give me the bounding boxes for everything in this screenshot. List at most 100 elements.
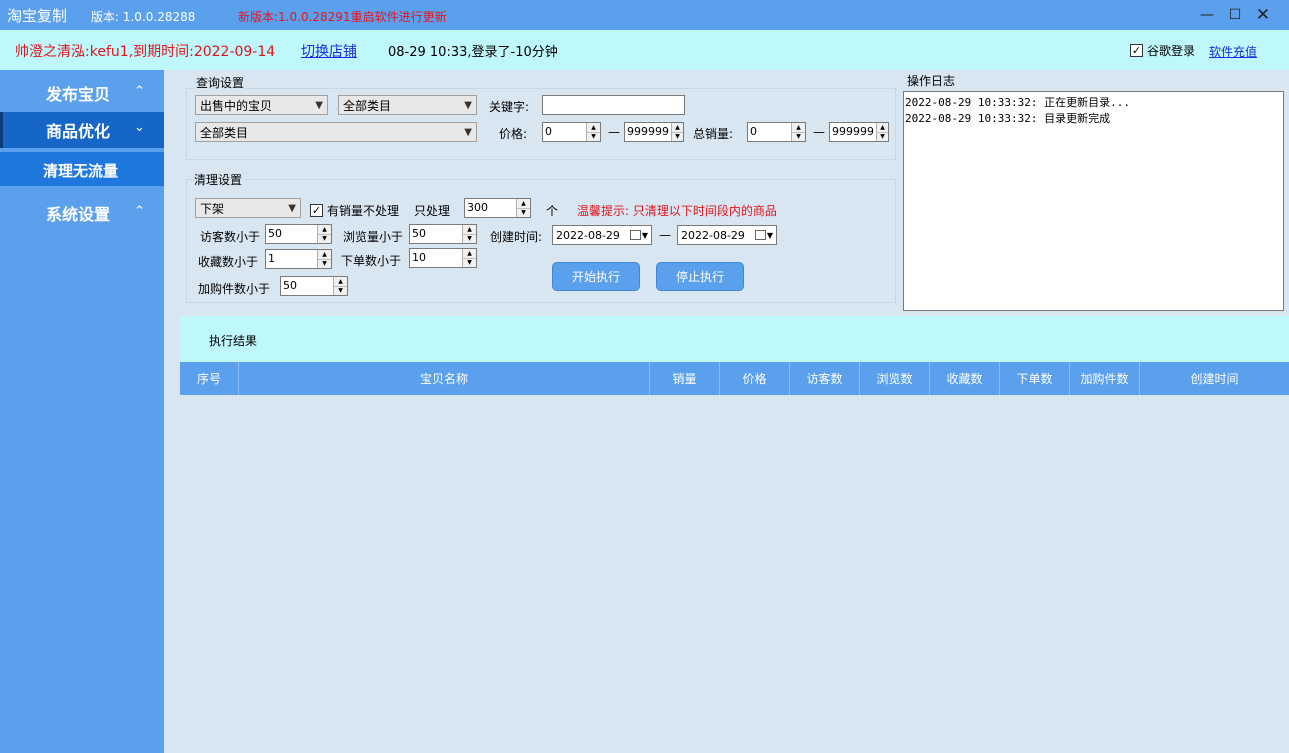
status-select[interactable]: 出售中的宝贝 ▼ bbox=[195, 95, 328, 115]
result-table-header: 序号 宝贝名称 销量 价格 访客数 浏览数 收藏数 下单数 加购件数 创建时间 bbox=[180, 362, 1289, 395]
stepper-value: 1 bbox=[268, 252, 275, 265]
app-title: 淘宝复制 bbox=[7, 7, 68, 25]
sales-label: 总销量: bbox=[693, 127, 734, 141]
query-settings-title: 查询设置 bbox=[194, 74, 247, 91]
spin-up-icon[interactable]: ▲ bbox=[463, 249, 476, 259]
orders-label: 下单数小于 bbox=[341, 254, 402, 268]
spin-up-icon[interactable]: ▲ bbox=[517, 199, 530, 209]
sidebar-item-publish[interactable]: 发布宝贝 ⌃ bbox=[0, 78, 164, 108]
column-header-name[interactable]: 宝贝名称 bbox=[239, 362, 650, 395]
sidebar-item-label: 商品优化 bbox=[46, 122, 111, 141]
spin-down-icon[interactable]: ▼ bbox=[672, 132, 683, 141]
google-login-checkbox[interactable]: ✓ 谷歌登录 bbox=[1130, 42, 1195, 59]
log-line: 2022-08-29 10:33:32: 目录更新完成 bbox=[905, 112, 1111, 125]
spin-up-icon[interactable]: ▲ bbox=[877, 123, 888, 133]
orders-stepper[interactable]: 10 ▲ ▼ bbox=[409, 248, 477, 268]
sales-max-stepper[interactable]: 999999 ▲ ▼ bbox=[829, 122, 889, 142]
spin-down-icon[interactable]: ▼ bbox=[587, 132, 600, 141]
spin-down-icon[interactable]: ▼ bbox=[318, 234, 331, 243]
spin-up-icon[interactable]: ▲ bbox=[587, 123, 600, 133]
start-button[interactable]: 开始执行 bbox=[552, 262, 640, 291]
date-from-picker[interactable]: 2022-08-29 ▼ bbox=[552, 225, 652, 245]
column-header-cart[interactable]: 加购件数 bbox=[1070, 362, 1140, 395]
column-header-price[interactable]: 价格 bbox=[720, 362, 790, 395]
stepper-value: 50 bbox=[283, 279, 297, 292]
column-header-views[interactable]: 浏览数 bbox=[860, 362, 930, 395]
sales-min-stepper[interactable]: 0 ▲ ▼ bbox=[747, 122, 806, 142]
views-stepper[interactable]: 50 ▲ ▼ bbox=[409, 224, 477, 244]
spin-down-icon[interactable]: ▼ bbox=[517, 208, 530, 217]
sidebar-item-clean-no-traffic[interactable]: 清理无流量 bbox=[0, 152, 164, 186]
skip-sold-checkbox[interactable]: ✓ 有销量不处理 bbox=[310, 202, 399, 219]
spin-down-icon[interactable]: ▼ bbox=[792, 132, 805, 141]
only-process-label: 只处理 bbox=[414, 204, 451, 218]
spin-down-icon[interactable]: ▼ bbox=[877, 132, 888, 141]
checkbox-icon: ✓ bbox=[1130, 44, 1143, 57]
tip-text: 温馨提示: 只清理以下时间段内的商品 bbox=[577, 204, 777, 218]
spin-up-icon[interactable]: ▲ bbox=[318, 250, 331, 260]
stop-button[interactable]: 停止执行 bbox=[656, 262, 744, 291]
category-select-value: 全部类目 bbox=[343, 98, 392, 113]
stepper-value: 50 bbox=[412, 227, 426, 240]
date-to-value: 2022-08-29 bbox=[681, 228, 745, 242]
spin-down-icon[interactable]: ▼ bbox=[463, 234, 476, 243]
column-header-created[interactable]: 创建时间 bbox=[1140, 362, 1289, 395]
keyword-input[interactable] bbox=[542, 95, 685, 115]
range-dash: — bbox=[813, 125, 825, 139]
spin-down-icon[interactable]: ▼ bbox=[318, 259, 331, 268]
range-dash: — bbox=[608, 125, 620, 139]
spin-up-icon[interactable]: ▲ bbox=[334, 277, 347, 287]
update-notice: 新版本:1.0.0.28291重启软件进行更新 bbox=[238, 10, 447, 24]
date-to-picker[interactable]: 2022-08-29 ▼ bbox=[677, 225, 777, 245]
checkbox-icon: ✓ bbox=[310, 204, 323, 217]
spin-up-icon[interactable]: ▲ bbox=[672, 123, 683, 133]
column-header-orders[interactable]: 下单数 bbox=[1000, 362, 1070, 395]
spin-down-icon[interactable]: ▼ bbox=[463, 258, 476, 267]
views-label: 浏览量小于 bbox=[343, 230, 404, 244]
spin-down-icon[interactable]: ▼ bbox=[334, 286, 347, 295]
sidebar-item-settings[interactable]: 系统设置 ⌃ bbox=[0, 198, 164, 228]
visitor-stepper[interactable]: 50 ▲ ▼ bbox=[265, 224, 332, 244]
sidebar-item-optimize[interactable]: 商品优化 ⌄ bbox=[0, 112, 164, 148]
title-bar: 淘宝复制 版本: 1.0.0.28288 新版本:1.0.0.28291重启软件… bbox=[0, 0, 1289, 30]
column-header-favorites[interactable]: 收藏数 bbox=[930, 362, 1000, 395]
category-select-2[interactable]: 全部类目 ▼ bbox=[195, 122, 477, 142]
maximize-icon[interactable]: ☐ bbox=[1223, 4, 1247, 26]
result-table-body[interactable] bbox=[180, 395, 1289, 753]
dropdown-icon: ▼ bbox=[766, 230, 773, 240]
price-label: 价格: bbox=[499, 127, 528, 141]
calendar-icon bbox=[629, 230, 641, 240]
price-max-stepper[interactable]: 999999 ▲ ▼ bbox=[624, 122, 684, 142]
spin-up-icon[interactable]: ▲ bbox=[318, 225, 331, 235]
skip-sold-label: 有销量不处理 bbox=[327, 204, 400, 218]
info-bar: 帅澄之清泓:kefu1,到期时间:2022-09-14 切换店铺 08-29 1… bbox=[0, 30, 1289, 70]
favorites-stepper[interactable]: 1 ▲ ▼ bbox=[265, 249, 332, 269]
sidebar-item-label: 清理无流量 bbox=[43, 162, 119, 180]
favorites-label: 收藏数小于 bbox=[198, 255, 259, 269]
category-select-1[interactable]: 全部类目 ▼ bbox=[338, 95, 477, 115]
dropdown-icon: ▼ bbox=[464, 126, 472, 138]
log-box[interactable]: 2022-08-29 10:33:32: 正在更新目录... 2022-08-2… bbox=[903, 91, 1284, 311]
spin-up-icon[interactable]: ▲ bbox=[792, 123, 805, 133]
price-min-stepper[interactable]: 0 ▲ ▼ bbox=[542, 122, 601, 142]
minimize-icon[interactable]: — bbox=[1195, 4, 1219, 26]
result-bar: 执行结果 bbox=[180, 316, 1289, 362]
dropdown-icon: ▼ bbox=[464, 99, 472, 111]
keyword-label: 关键字: bbox=[489, 100, 530, 114]
switch-shop-link[interactable]: 切换店铺 bbox=[301, 41, 357, 61]
action-select[interactable]: 下架 ▼ bbox=[195, 198, 301, 218]
date-from-value: 2022-08-29 bbox=[556, 228, 620, 242]
unit-label: 个 bbox=[546, 204, 559, 218]
column-header-sales[interactable]: 销量 bbox=[650, 362, 720, 395]
only-process-stepper[interactable]: 300 ▲ ▼ bbox=[464, 198, 531, 218]
column-header-visitors[interactable]: 访客数 bbox=[790, 362, 860, 395]
close-icon[interactable]: ✕ bbox=[1251, 4, 1275, 26]
recharge-link[interactable]: 软件充值 bbox=[1209, 43, 1257, 60]
cart-stepper[interactable]: 50 ▲ ▼ bbox=[280, 276, 348, 296]
stepper-value: 0 bbox=[545, 125, 552, 138]
log-title: 操作日志 bbox=[907, 74, 956, 88]
column-header-index[interactable]: 序号 bbox=[180, 362, 239, 395]
stepper-value: 50 bbox=[268, 227, 282, 240]
action-select-value: 下架 bbox=[200, 201, 225, 216]
spin-up-icon[interactable]: ▲ bbox=[463, 225, 476, 235]
